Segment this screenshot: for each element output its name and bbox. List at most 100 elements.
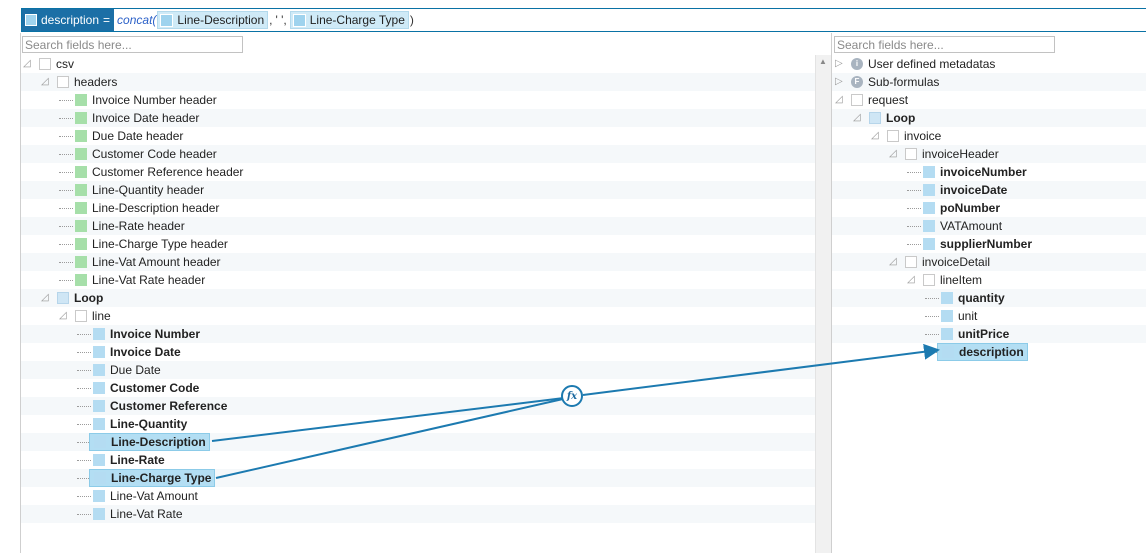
tree-row[interactable]: Invoice Number bbox=[21, 325, 816, 343]
tree-node[interactable]: Customer Reference header bbox=[59, 163, 243, 181]
tree-node[interactable]: Customer Code header bbox=[59, 145, 217, 163]
expand-toggle-icon[interactable]: ◿ bbox=[23, 57, 39, 71]
expand-toggle-icon[interactable]: ◿ bbox=[889, 147, 905, 161]
formula-function-name[interactable]: concat( bbox=[117, 13, 156, 27]
tree-node[interactable]: invoiceNumber bbox=[907, 163, 1027, 181]
tree-row[interactable]: ◿ invoiceHeader bbox=[832, 145, 1146, 163]
tree-node[interactable]: ◿ invoiceDetail bbox=[889, 253, 990, 271]
tree-row[interactable]: Invoice Date bbox=[21, 343, 816, 361]
tree-row[interactable]: ◿ invoice bbox=[832, 127, 1146, 145]
scroll-up-arrow-icon[interactable]: ▲ bbox=[819, 57, 827, 66]
tree-row[interactable]: Invoice Date header bbox=[21, 109, 816, 127]
tree-node[interactable]: Invoice Number header bbox=[59, 91, 217, 109]
expand-toggle-icon[interactable]: ◿ bbox=[889, 255, 905, 269]
tree-node[interactable]: Line-Description header bbox=[59, 199, 219, 217]
tree-node[interactable]: invoiceDate bbox=[907, 181, 1007, 199]
tree-row[interactable]: Line-Description bbox=[21, 433, 816, 451]
tree-node[interactable]: Invoice Date bbox=[77, 343, 181, 361]
tree-node[interactable]: Line-Vat Rate header bbox=[59, 271, 205, 289]
tree-node[interactable]: Line-Rate header bbox=[59, 217, 185, 235]
tree-node[interactable]: description bbox=[925, 343, 1028, 361]
tree-row[interactable]: Line-Rate bbox=[21, 451, 816, 469]
tree-row[interactable]: invoiceDate bbox=[832, 181, 1146, 199]
tree-node[interactable]: Invoice Number bbox=[77, 325, 200, 343]
tree-row[interactable]: Line-Vat Rate bbox=[21, 505, 816, 523]
tree-node[interactable]: Line-Charge Type bbox=[77, 469, 216, 487]
expand-toggle-icon[interactable]: ◿ bbox=[907, 273, 923, 287]
tree-row[interactable]: ◿ Loop bbox=[832, 109, 1146, 127]
tree-node[interactable]: ◿ invoice bbox=[871, 127, 941, 145]
tree-row[interactable]: Line-Vat Amount bbox=[21, 487, 816, 505]
collapse-toggle-icon[interactable]: ▷ bbox=[835, 75, 851, 89]
tree-row[interactable]: Line-Quantity header bbox=[21, 181, 816, 199]
tree-row[interactable]: ◿ request bbox=[832, 91, 1146, 109]
tree-node[interactable]: Line-Rate bbox=[77, 451, 165, 469]
tree-row[interactable]: quantity bbox=[832, 289, 1146, 307]
tree-node[interactable]: Line-Charge Type header bbox=[59, 235, 228, 253]
tree-node[interactable]: ◿ invoiceHeader bbox=[889, 145, 999, 163]
tree-node[interactable]: supplierNumber bbox=[907, 235, 1032, 253]
expand-toggle-icon[interactable]: ◿ bbox=[835, 93, 851, 107]
tree-node[interactable]: Line-Vat Amount bbox=[77, 487, 198, 505]
tree-node[interactable]: Line-Vat Amount header bbox=[59, 253, 221, 271]
selected-field[interactable]: description bbox=[937, 343, 1028, 361]
tree-row[interactable]: VATAmount bbox=[832, 217, 1146, 235]
tree-row[interactable]: Due Date bbox=[21, 361, 816, 379]
tree-node[interactable]: ◿ request bbox=[835, 91, 908, 109]
tree-node[interactable]: Line-Quantity header bbox=[59, 181, 204, 199]
formula-literal[interactable]: ' ' bbox=[275, 13, 283, 27]
tree-node[interactable]: Due Date bbox=[77, 361, 161, 379]
tree-node[interactable]: ◿ Loop bbox=[41, 289, 103, 307]
tree-node[interactable]: poNumber bbox=[907, 199, 1000, 217]
expand-toggle-icon[interactable]: ◿ bbox=[59, 309, 75, 323]
tree-node[interactable]: ◿ Loop bbox=[853, 109, 915, 127]
tree-node[interactable]: ▷ F Sub-formulas bbox=[835, 73, 939, 91]
target-search-input[interactable] bbox=[834, 36, 1055, 53]
tree-row[interactable]: Line-Quantity bbox=[21, 415, 816, 433]
tree-node[interactable]: Line-Vat Rate bbox=[77, 505, 183, 523]
tree-node[interactable]: Invoice Date header bbox=[59, 109, 199, 127]
tree-row[interactable]: Line-Charge Type bbox=[21, 469, 816, 487]
expand-toggle-icon[interactable]: ◿ bbox=[41, 75, 57, 89]
tree-node[interactable]: VATAmount bbox=[907, 217, 1002, 235]
formula-bar[interactable]: description = concat( Line-Description ,… bbox=[21, 8, 1146, 32]
tree-node[interactable]: ◿ lineItem bbox=[907, 271, 982, 289]
tree-row[interactable]: supplierNumber bbox=[832, 235, 1146, 253]
tree-node[interactable]: quantity bbox=[925, 289, 1005, 307]
tree-node[interactable]: Due Date header bbox=[59, 127, 183, 145]
tree-row[interactable]: ◿ line bbox=[21, 307, 816, 325]
source-search-input[interactable] bbox=[22, 36, 243, 53]
tree-node[interactable]: Line-Description bbox=[77, 433, 210, 451]
tree-row[interactable]: invoiceNumber bbox=[832, 163, 1146, 181]
tree-row[interactable]: Invoice Number header bbox=[21, 91, 816, 109]
tree-row[interactable]: poNumber bbox=[832, 199, 1146, 217]
selected-field[interactable]: Line-Charge Type bbox=[89, 469, 216, 487]
tree-row[interactable]: Line-Vat Rate header bbox=[21, 271, 816, 289]
tree-row[interactable]: Line-Rate header bbox=[21, 217, 816, 235]
tree-node[interactable]: unit bbox=[925, 307, 977, 325]
tree-row[interactable]: Line-Charge Type header bbox=[21, 235, 816, 253]
collapse-toggle-icon[interactable]: ▷ bbox=[835, 57, 851, 71]
formula-arg-chip[interactable]: Line-Charge Type bbox=[289, 11, 409, 29]
concat-function-node[interactable]: fx bbox=[561, 385, 583, 407]
tree-row[interactable]: ◿ headers bbox=[21, 73, 816, 91]
tree-row[interactable]: Line-Vat Amount header bbox=[21, 253, 816, 271]
tree-row[interactable]: ◿ lineItem bbox=[832, 271, 1146, 289]
tree-row[interactable]: ◿ csv bbox=[21, 55, 816, 73]
tree-row[interactable]: Customer Reference header bbox=[21, 163, 816, 181]
expand-toggle-icon[interactable]: ◿ bbox=[853, 111, 869, 125]
tree-node[interactable]: ◿ line bbox=[59, 307, 111, 325]
formula-target-field[interactable]: description = bbox=[22, 9, 115, 31]
tree-node[interactable]: Line-Quantity bbox=[77, 415, 187, 433]
expand-toggle-icon[interactable]: ◿ bbox=[41, 291, 57, 305]
tree-row[interactable]: Customer Code bbox=[21, 379, 816, 397]
tree-node[interactable]: ▷ i User defined metadatas bbox=[835, 55, 995, 73]
tree-node[interactable]: ◿ headers bbox=[41, 73, 117, 91]
tree-node[interactable]: ◿ csv bbox=[23, 55, 74, 73]
tree-node[interactable]: Customer Code bbox=[77, 379, 199, 397]
tree-node[interactable]: Customer Reference bbox=[77, 397, 227, 415]
tree-row[interactable]: Line-Description header bbox=[21, 199, 816, 217]
expand-toggle-icon[interactable]: ◿ bbox=[871, 129, 887, 143]
formula-arg-chip[interactable]: Line-Description bbox=[157, 11, 269, 29]
selected-field[interactable]: Line-Description bbox=[89, 433, 210, 451]
